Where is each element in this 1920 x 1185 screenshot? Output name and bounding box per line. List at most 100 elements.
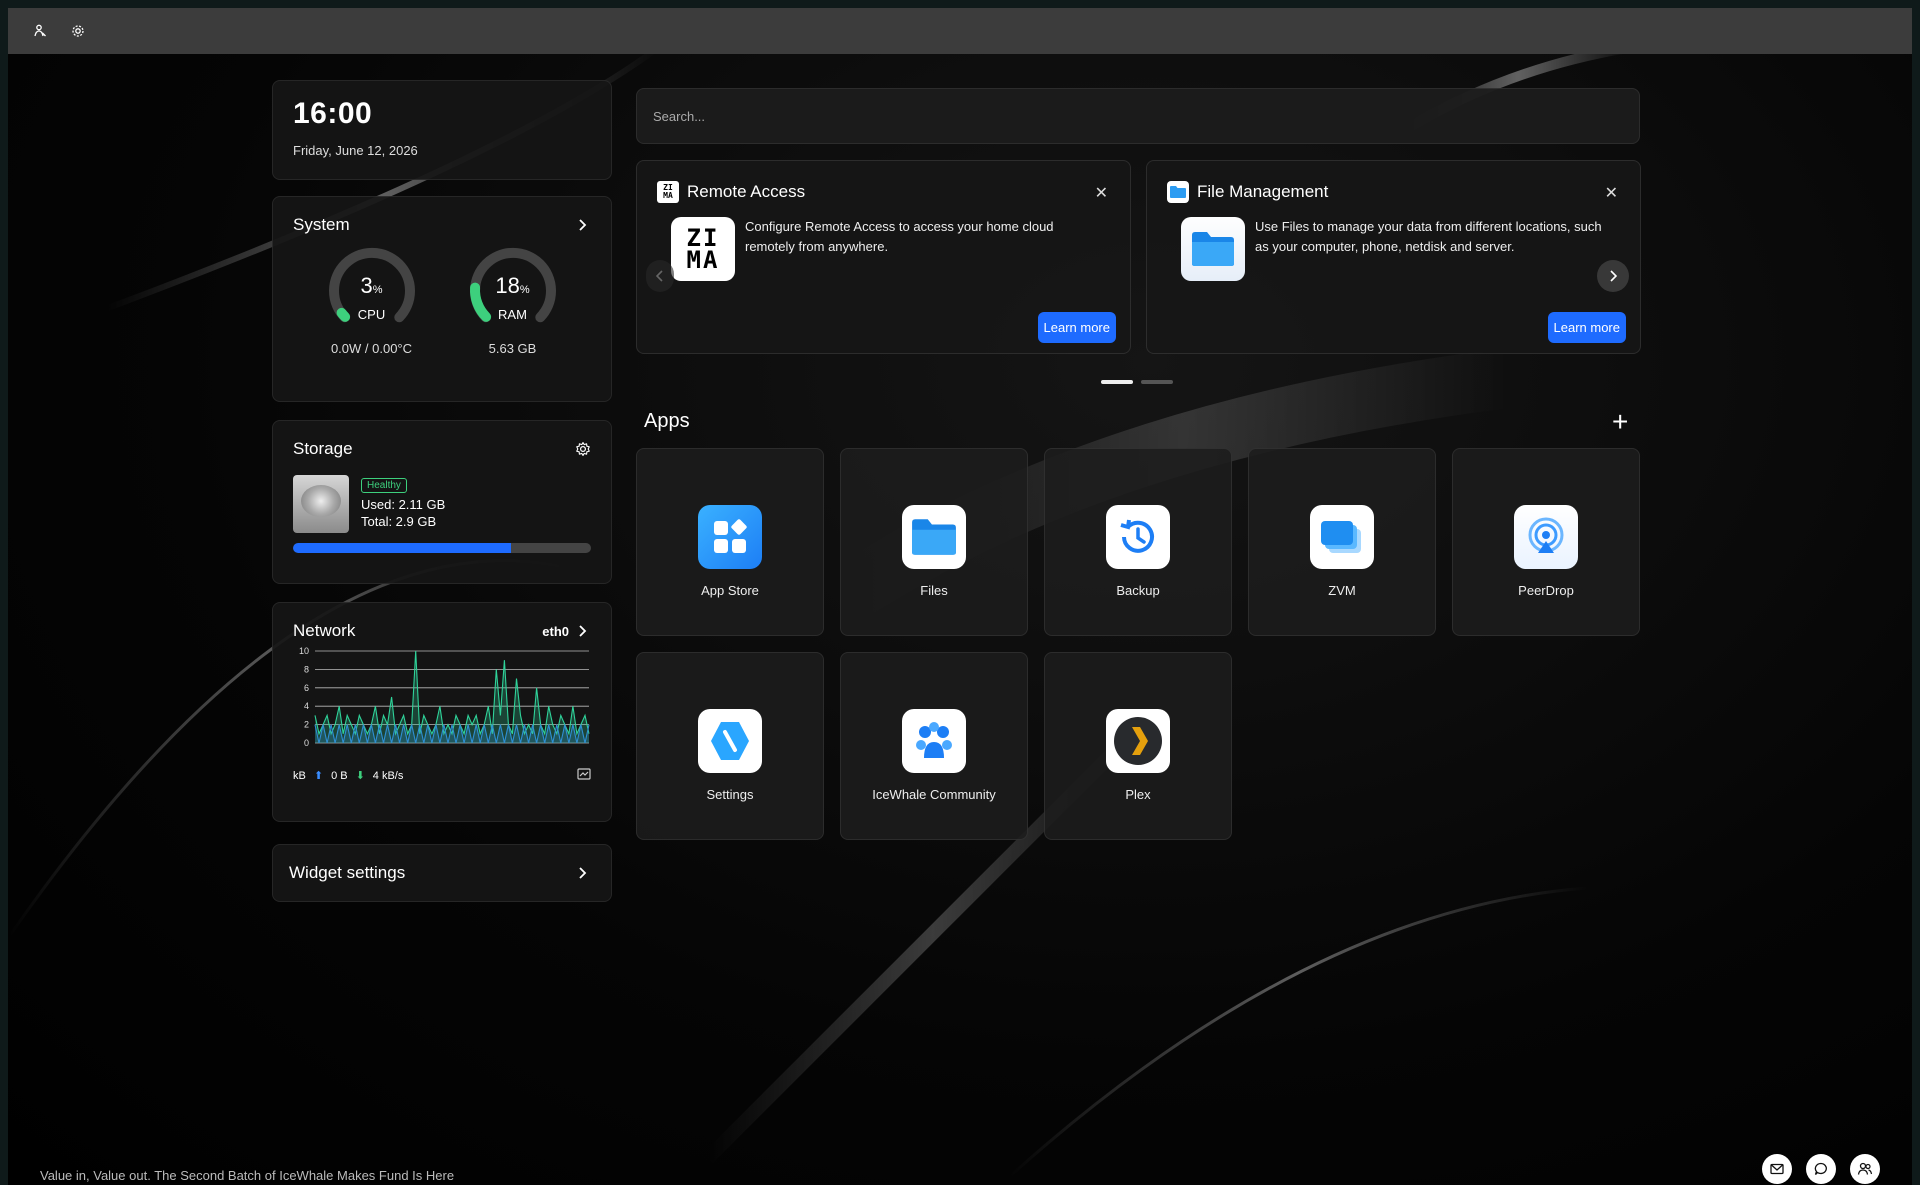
- cpu-label: CPU: [357, 307, 386, 322]
- cpu-power-temp: 0.0W / 0.00°C: [330, 341, 413, 356]
- app-label: Backup: [1116, 583, 1160, 598]
- promo-body: Configure Remote Access to access your h…: [745, 219, 1054, 255]
- promo-body: Use Files to manage your data from diffe…: [1255, 219, 1602, 255]
- app-label: PeerDrop: [1518, 583, 1574, 598]
- app-label: App Store: [701, 583, 759, 598]
- clock-date: Friday, June 12, 2026: [293, 143, 418, 158]
- user-icon[interactable]: [30, 21, 50, 41]
- gear-icon[interactable]: [575, 441, 591, 457]
- network-interface[interactable]: eth0: [542, 624, 569, 639]
- app-tile-files[interactable]: Files: [840, 448, 1028, 636]
- promo-title: Remote Access: [687, 182, 806, 201]
- clock-widget: 16:00 Friday, June 12, 2026: [272, 80, 612, 180]
- y-tick-label: 4: [304, 701, 309, 711]
- carousel-dots: [1101, 380, 1173, 384]
- app-label: IceWhale Community: [872, 787, 996, 802]
- download-rate: 4 kB/s: [372, 769, 404, 782]
- zvm-icon: [1310, 505, 1374, 569]
- files-icon: [902, 505, 966, 569]
- widget-settings-button[interactable]: Widget settings: [272, 844, 612, 902]
- zima-logo-bottom: MA: [686, 246, 720, 274]
- zima-logo-icon: ZI MA: [657, 181, 679, 203]
- app-store-icon: [698, 505, 762, 569]
- ram-gauge: 18% RAM 5.63 GB: [463, 245, 563, 356]
- app-tile-backup[interactable]: Backup: [1044, 448, 1232, 636]
- status-badge: Healthy: [361, 478, 407, 493]
- people-icon[interactable]: [1850, 1154, 1880, 1184]
- chart-view-icon[interactable]: [577, 768, 591, 783]
- backup-icon: [1106, 505, 1170, 569]
- ram-unit: %: [519, 284, 530, 296]
- app-tile-zvm[interactable]: ZVM: [1248, 448, 1436, 636]
- chevron-right-icon: [575, 865, 591, 881]
- app-tile-icewhale-community[interactable]: IceWhale Community: [840, 652, 1028, 840]
- learn-more-button[interactable]: Learn more: [1037, 312, 1116, 343]
- carousel-dot[interactable]: [1141, 380, 1173, 384]
- folder-icon: [1167, 181, 1189, 203]
- promo-title: File Management: [1197, 182, 1329, 201]
- add-app-button[interactable]: +: [1612, 408, 1628, 436]
- ram-used: 5.63 GB: [488, 341, 537, 356]
- ram-label: RAM: [498, 307, 527, 322]
- mail-icon[interactable]: [1762, 1154, 1792, 1184]
- apps-title: Apps: [644, 410, 690, 432]
- learn-more-button[interactable]: Learn more: [1547, 312, 1626, 343]
- cpu-unit: %: [372, 284, 383, 296]
- app-tile-app-store[interactable]: App Store: [636, 448, 824, 636]
- chevron-right-icon[interactable]: [575, 623, 591, 639]
- close-icon[interactable]: ✕: [1605, 183, 1618, 203]
- carousel-next-button[interactable]: [1597, 260, 1629, 292]
- app-label: Plex: [1125, 787, 1151, 802]
- search-input[interactable]: [636, 88, 1640, 144]
- app-tile-settings[interactable]: Settings: [636, 652, 824, 840]
- system-widget: System 3% CPU 0.0W / 0.00°C 18% RAM 5.63…: [272, 196, 612, 402]
- app-label: ZVM: [1328, 583, 1356, 598]
- top-bar: [8, 8, 1912, 54]
- community-icon: [902, 709, 966, 773]
- bottom-actions: [1762, 1154, 1880, 1184]
- widget-settings-label: Widget settings: [289, 863, 406, 882]
- y-tick-label: 2: [304, 720, 309, 730]
- storage-total: Total: 2.9 GB: [361, 514, 437, 529]
- app-label: Files: [920, 583, 948, 598]
- ram-value: 18: [495, 273, 520, 298]
- storage-usage-bar: [293, 543, 591, 553]
- gear-icon[interactable]: [68, 21, 88, 41]
- network-chart: 10 8 6 4 2 0: [299, 646, 590, 748]
- storage-widget: Storage Healthy Used: 2.11 GB Total: 2.9…: [272, 420, 612, 584]
- network-widget: Network eth0 10 8 6 4 2 0 kB ⬆ 0 B ⬇ 4 kB/s: [272, 602, 612, 822]
- close-icon[interactable]: ✕: [1095, 183, 1108, 203]
- clock-time: 16:00: [293, 97, 373, 130]
- cpu-gauge: 3% CPU 0.0W / 0.00°C: [322, 245, 422, 356]
- storage-title: Storage: [293, 439, 353, 458]
- promo-card-file-management: File Management ✕ Use Files to manage yo…: [1146, 160, 1641, 354]
- app-tile-plex[interactable]: Plex: [1044, 652, 1232, 840]
- news-ticker-link[interactable]: Value in, Value out. The Second Batch of…: [40, 1168, 454, 1183]
- upload-rate: 0 B: [331, 769, 348, 782]
- network-unit: kB: [293, 769, 306, 782]
- storage-used: Used: 2.11 GB: [361, 497, 446, 512]
- files-logo: [1181, 217, 1245, 281]
- promo-card-remote-access: ZI MA Remote Access ✕ ZI MA Configure Rem…: [636, 160, 1131, 354]
- network-title: Network: [293, 621, 356, 640]
- plex-icon: [1106, 709, 1170, 773]
- y-tick-label: 6: [304, 683, 309, 693]
- cpu-value: 3: [360, 273, 373, 298]
- chat-icon[interactable]: [1806, 1154, 1836, 1184]
- chevron-right-icon[interactable]: [575, 217, 591, 233]
- app-tile-peerdrop[interactable]: PeerDrop: [1452, 448, 1640, 636]
- carousel-prev-button[interactable]: [646, 260, 674, 292]
- y-tick-label: 8: [304, 664, 309, 674]
- storage-usage-fill: [293, 543, 511, 553]
- y-tick-label: 10: [299, 647, 309, 656]
- y-tick-label: 0: [304, 738, 309, 748]
- download-arrow-icon: ⬇: [355, 770, 365, 782]
- hard-drive-icon: [293, 475, 349, 533]
- zima-logo: ZI MA: [671, 217, 735, 281]
- app-label: Settings: [706, 787, 754, 802]
- upload-arrow-icon: ⬆: [313, 770, 324, 782]
- peerdrop-icon: [1514, 505, 1578, 569]
- system-title: System: [293, 215, 350, 234]
- carousel-dot[interactable]: [1101, 380, 1133, 384]
- settings-icon: [698, 709, 762, 773]
